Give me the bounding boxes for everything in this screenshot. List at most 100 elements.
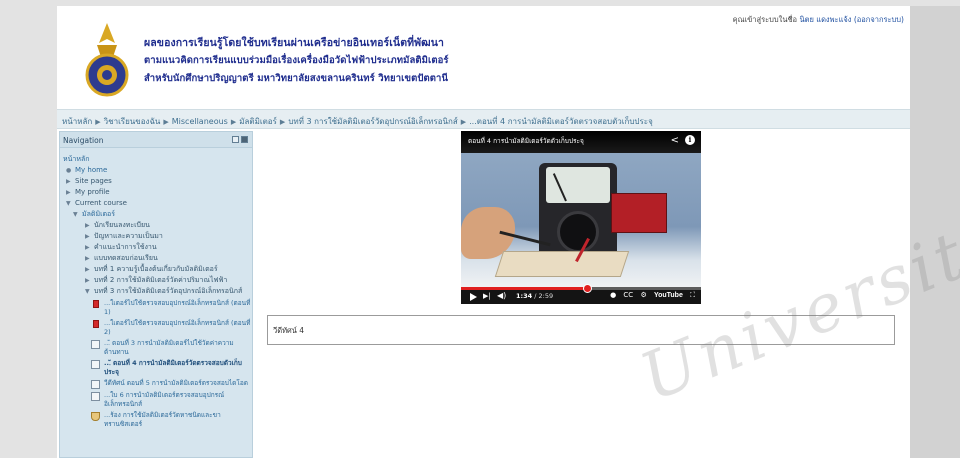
nav-resource-item[interactable]: วีดีทัศน์ ตอนที่ 5 การนำมัลติมิเตอร์ตรวจ… xyxy=(63,379,252,389)
pdf-icon xyxy=(93,320,99,328)
collapse-arrow-icon: ▼ xyxy=(73,211,78,218)
nav-item-label: มัลติมิเตอร์ xyxy=(82,210,115,218)
nav-item-label: ปัญหาและความเป็นมา xyxy=(94,232,163,240)
captions-button[interactable]: CC xyxy=(623,291,633,299)
nav-resource-label: ...ใเตอร์ไปใช้ตรวจสอบอุปกรณ์อิเล็กทรอนิก… xyxy=(104,319,251,336)
dock-block-icon[interactable] xyxy=(241,136,248,143)
breadcrumb-separator: ▶ xyxy=(230,118,237,126)
expand-arrow-icon: ▶ xyxy=(85,222,90,229)
video-meter-face-shape xyxy=(546,167,610,203)
nav-item-current-course[interactable]: ▼ Current course xyxy=(63,198,252,209)
nav-item-my-profile[interactable]: ▶ My profile xyxy=(63,187,252,198)
content-caption-box: วีดีทัศน์ 4 xyxy=(267,315,895,345)
breadcrumb-separator: ▶ xyxy=(279,118,286,126)
breadcrumb-course[interactable]: มัลติมิเตอร์ xyxy=(239,117,277,126)
nav-resource-item[interactable]: ...ใเตอร์ไปใช้ตรวจสอบอุปกรณ์อิเล็กทรอนิก… xyxy=(63,299,252,317)
nav-resource-item[interactable]: ...ใบ 6 การนำมัลติมิเตอร์ตรวจสอบอุปกรณ์อ… xyxy=(63,391,252,409)
video-dial-shape xyxy=(557,211,599,253)
quiz-icon xyxy=(91,412,100,421)
expand-arrow-icon: ▶ xyxy=(85,255,90,262)
volume-icon[interactable]: ◀) xyxy=(497,291,506,300)
video-frame[interactable] xyxy=(461,153,701,287)
share-icon[interactable]: < xyxy=(671,135,679,146)
file-icon xyxy=(91,392,100,401)
play-icon[interactable] xyxy=(470,293,477,301)
nav-item-label: Current course xyxy=(75,199,127,207)
breadcrumb: หน้าหลัก ▶ วิชาเรียนของฉัน ▶ Miscellaneous ▶ ม… xyxy=(57,109,910,129)
navigation-block-header: Navigation xyxy=(60,132,252,148)
block-controls xyxy=(232,136,248,143)
settings-gear-icon[interactable]: ⚙ xyxy=(640,291,646,299)
breadcrumb-my-courses[interactable]: วิชาเรียนของฉัน xyxy=(104,117,161,126)
nav-section-item[interactable]: ▶ บทที่ 2 การใช้มัลติมิเตอร์วัดค่าปริมาณไ… xyxy=(63,275,252,286)
next-icon[interactable]: ▶| xyxy=(483,292,491,300)
collapse-block-icon[interactable] xyxy=(232,136,239,143)
breadcrumb-category[interactable]: Miscellaneous xyxy=(172,117,228,126)
nav-item-label: นักเรียนลงทะเบียน xyxy=(94,221,150,229)
video-control-row: ▶| ◀) 1:34 / 2:59 ● CC ⚙ YouTube ⛶ xyxy=(461,291,701,304)
nav-resource-label: ...ใเตอร์ไปใช้ตรวจสอบอุปกรณ์อิเล็กทรอนิก… xyxy=(104,299,251,316)
expand-arrow-icon: ▶ xyxy=(66,178,71,185)
breadcrumb-separator: ▶ xyxy=(163,118,169,126)
nav-resource-item-active[interactable]: ...ั ตอนที่ 4 การนำมัลติมิเตอร์วัดตรวจสอ… xyxy=(63,359,252,377)
nav-section-item[interactable]: ▶ คำแนะนำการใช้งาน xyxy=(63,242,252,253)
nav-resource-label: ...ใบ 6 การนำมัลติมิเตอร์ตรวจสอบอุปกรณ์อ… xyxy=(104,391,225,408)
video-progress-fill xyxy=(461,287,587,290)
site-title-line-2: ตามแนวคิดการเรียนแบบร่วมมือเรื่องเครื่อง… xyxy=(144,55,449,66)
breadcrumb-separator: ▶ xyxy=(460,118,467,126)
video-duration: 2:59 xyxy=(538,292,554,300)
fullscreen-icon[interactable]: ⛶ xyxy=(690,291,695,299)
site-title-line-1: ผลของการเรียนรู้โดยใช้บทเรียนผ่านเครือข่… xyxy=(144,37,445,49)
video-player[interactable]: ตอนที่ 4 การนำมัลติมิเตอร์วัดตัวเก็บประจ… xyxy=(461,131,701,304)
breadcrumb-section[interactable]: บทที่ 3 การใช้มัลติมิเตอร์วัดอุปกรณ์อิเล… xyxy=(288,117,457,126)
nav-resource-label: วีดีทัศน์ ตอนที่ 5 การนำมัลติมิเตอร์ตรวจ… xyxy=(104,379,248,387)
video-icon xyxy=(91,340,100,349)
nav-section-item[interactable]: ▶ แบบทดสอบก่อนเรียน xyxy=(63,253,252,264)
video-right-controls: ● CC ⚙ YouTube ⛶ xyxy=(605,291,695,300)
collapse-arrow-icon: ▼ xyxy=(66,200,71,207)
nav-resource-label: ...ั ตอนที่ 4 การนำมัลติมิเตอร์วัดตรวจสอ… xyxy=(104,359,242,376)
video-controls: ▶| ◀) 1:34 / 2:59 ● CC ⚙ YouTube ⛶ xyxy=(461,284,701,304)
nav-item-course[interactable]: ▼ มัลติมิเตอร์ xyxy=(63,209,252,220)
video-progress-bar[interactable] xyxy=(461,284,701,293)
video-breadboard-shape xyxy=(494,251,630,277)
nav-item-my-home[interactable]: ● My home xyxy=(63,165,252,176)
login-info: คุณเข้าสู่ระบบในชื่อ นิตย แดงพะแจ้ง (ออก… xyxy=(733,14,904,26)
main-content: ตอนที่ 4 การนำมัลติมิเตอร์วัดตัวเก็บประจ… xyxy=(257,131,910,458)
navigation-title: Navigation xyxy=(63,136,104,145)
nav-item-label: บทที่ 3 การใช้มัลติมิเตอร์วัดอุปกรณ์อิเล… xyxy=(94,287,243,295)
video-title[interactable]: ตอนที่ 4 การนำมัลติมิเตอร์วัดตัวเก็บประจ… xyxy=(461,131,701,153)
nav-resource-item[interactable]: ...ร้อง การใช้มัลติมิเตอร์วัดหาชนิดและขา… xyxy=(63,411,252,429)
nav-item-label: แบบทดสอบก่อนเรียน xyxy=(94,254,158,262)
nav-resource-label: ...ั ตอนที่ 3 การนำมัลติมิเตอร์ไปใช้วัดค… xyxy=(104,339,234,356)
nav-item-label: คำแนะนำการใช้งาน xyxy=(94,243,157,251)
nav-item-label: My profile xyxy=(75,188,110,196)
logout-link[interactable]: (ออกจากระบบ) xyxy=(854,15,904,24)
nav-item-label: Site pages xyxy=(75,177,112,185)
nav-resource-item[interactable]: ...ใเตอร์ไปใช้ตรวจสอบอุปกรณ์อิเล็กทรอนิก… xyxy=(63,319,252,337)
nav-resource-item[interactable]: ...ั ตอนที่ 3 การนำมัลติมิเตอร์ไปใช้วัดค… xyxy=(63,339,252,357)
nav-item-label: บทที่ 1 ความรู้เบื้องต้นเกี่ยวกับมัลติมิ… xyxy=(94,265,218,273)
nav-item-home[interactable]: หน้าหลัก xyxy=(63,154,252,165)
nav-section-item[interactable]: ▼ บทที่ 3 การใช้มัลติมิเตอร์วัดอุปกรณ์อิเ… xyxy=(63,286,252,297)
breadcrumb-home[interactable]: หน้าหลัก xyxy=(62,117,92,126)
nav-section-item[interactable]: ▶ บทที่ 1 ความรู้เบื้องต้นเกี่ยวกับมัลติม… xyxy=(63,264,252,275)
breadcrumb-separator: ▶ xyxy=(95,118,101,126)
nav-section-item[interactable]: ▶ นักเรียนลงทะเบียน xyxy=(63,220,252,231)
header: ผลของการเรียนรู้โดยใช้บทเรียนผ่านเครือข่… xyxy=(57,6,910,106)
page: ผลของการเรียนรู้โดยใช้บทเรียนผ่านเครือข่… xyxy=(57,6,910,458)
expand-arrow-icon: ▶ xyxy=(66,189,71,196)
nav-item-site-pages[interactable]: ▶ Site pages xyxy=(63,176,252,187)
autoplay-toggle-icon[interactable]: ● xyxy=(610,291,616,299)
nav-section-item[interactable]: ▶ ปัญหาและความเป็นมา xyxy=(63,231,252,242)
login-user-link[interactable]: นิตย แดงพะแจ้ง xyxy=(799,15,851,24)
info-icon[interactable]: i xyxy=(685,135,695,145)
site-title-line-3: สำหรับนักศึกษาปริญญาตรี มหาวิทยาลัยสงขลา… xyxy=(144,73,449,84)
video-icon xyxy=(91,360,100,369)
youtube-logo[interactable]: YouTube xyxy=(654,292,683,299)
video-current-time: 1:34 xyxy=(516,292,533,300)
nav-resource-label: ...ร้อง การใช้มัลติมิเตอร์วัดหาชนิดและขา… xyxy=(104,411,221,428)
video-icon xyxy=(91,380,100,389)
nav-item-label: My home xyxy=(75,166,108,174)
collapse-arrow-icon: ▼ xyxy=(85,288,90,295)
